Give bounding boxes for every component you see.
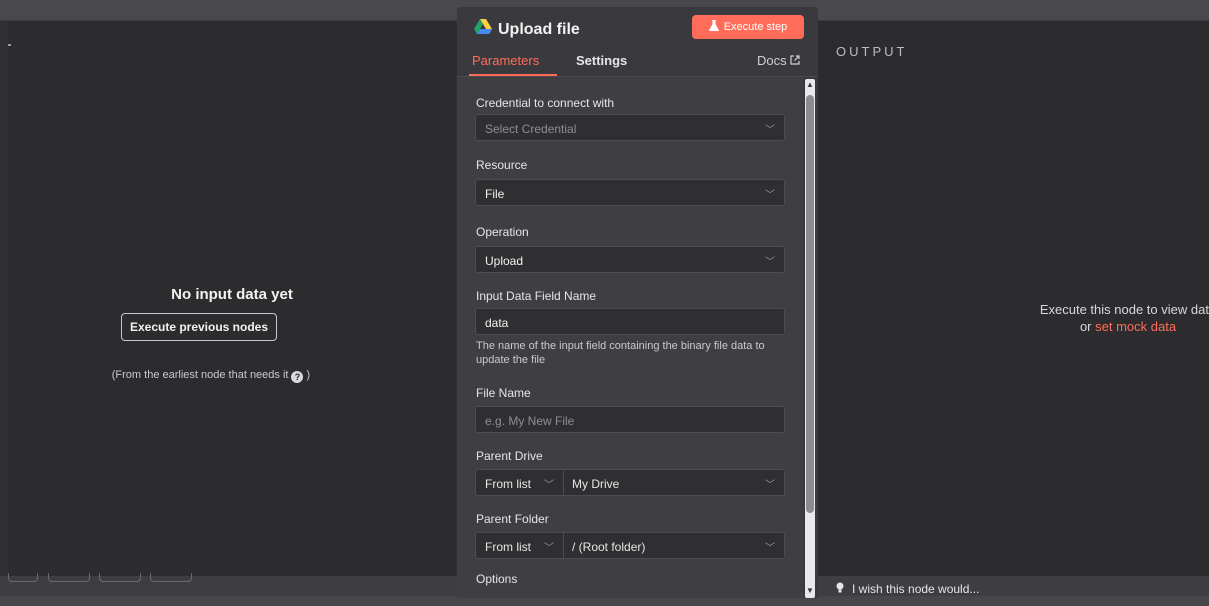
parameters-form: Credential to connect with Select Creden… bbox=[457, 77, 803, 598]
scrollbar-thumb[interactable] bbox=[806, 95, 814, 513]
execute-previous-nodes-button[interactable]: Execute previous nodes bbox=[121, 313, 277, 341]
chevron-down-icon: ﹀ bbox=[765, 190, 775, 201]
output-panel: OUTPUT Execute this node to view data or… bbox=[818, 21, 1209, 576]
or-text: or bbox=[1079, 319, 1092, 334]
parent-folder-value-select[interactable]: / (Root folder) ﹀ bbox=[563, 532, 785, 559]
output-label: OUTPUT bbox=[836, 44, 908, 59]
parent-folder-selector: From list ﹀ / (Root folder) ﹀ bbox=[475, 532, 785, 559]
chevron-down-icon: ﹀ bbox=[765, 257, 775, 268]
credential-select[interactable]: Select Credential ﹀ bbox=[475, 114, 785, 141]
parent-drive-value: My Drive bbox=[572, 477, 620, 491]
input-field-label: Input Data Field Name bbox=[476, 289, 597, 303]
credential-placeholder: Select Credential bbox=[485, 122, 577, 136]
output-mock-line: or set mock data bbox=[978, 318, 1209, 335]
set-mock-data-link[interactable]: set mock data bbox=[1095, 319, 1176, 334]
feedback-text: I wish this node would... bbox=[852, 582, 980, 596]
file-name-label: File Name bbox=[476, 386, 531, 400]
output-empty-message: Execute this node to view data or set mo… bbox=[978, 301, 1209, 335]
panel-resize-marker bbox=[8, 44, 11, 46]
no-input-title: No input data yet bbox=[171, 286, 293, 303]
file-name-input[interactable]: e.g. My New File bbox=[475, 406, 785, 433]
lightbulb-icon bbox=[836, 582, 844, 596]
external-link-icon bbox=[790, 53, 800, 68]
input-field-helper: The name of the input field containing t… bbox=[476, 340, 765, 366]
chevron-down-icon: ﹀ bbox=[544, 543, 554, 554]
parent-drive-value-select[interactable]: My Drive ﹀ bbox=[563, 469, 785, 496]
resource-label: Resource bbox=[476, 158, 528, 172]
execute-step-button[interactable]: Execute step bbox=[692, 15, 804, 39]
operation-select[interactable]: Upload ﹀ bbox=[475, 246, 785, 273]
tab-settings[interactable]: Settings bbox=[576, 53, 627, 68]
input-panel: No input data yet Execute previous nodes… bbox=[8, 21, 456, 576]
tab-parameters[interactable]: Parameters bbox=[472, 53, 539, 68]
parent-folder-label: Parent Folder bbox=[476, 512, 549, 526]
execute-hint: (From the earliest node that needs it? ) bbox=[8, 369, 406, 383]
canvas-control-stub[interactable] bbox=[8, 573, 38, 582]
operation-label: Operation bbox=[476, 225, 529, 239]
operation-value: Upload bbox=[485, 254, 524, 268]
canvas-control-stub[interactable] bbox=[48, 573, 90, 582]
execute-step-label: Execute step bbox=[723, 21, 788, 33]
scroll-up-arrow-icon[interactable]: ▲ bbox=[806, 81, 814, 89]
parent-folder-mode-select[interactable]: From list ﹀ bbox=[475, 532, 564, 559]
parent-drive-selector: From list ﹀ My Drive ﹀ bbox=[475, 469, 785, 496]
execute-hint-close: ) bbox=[306, 369, 311, 381]
canvas-control-stub[interactable] bbox=[150, 573, 192, 582]
chevron-down-icon: ﹀ bbox=[765, 125, 775, 136]
canvas-control-stub[interactable] bbox=[99, 573, 141, 582]
google-drive-icon bbox=[474, 19, 492, 40]
chevron-down-icon: ﹀ bbox=[765, 480, 775, 491]
resource-select[interactable]: File ﹀ bbox=[475, 179, 785, 206]
question-icon[interactable]: ? bbox=[291, 371, 304, 383]
execute-hint-text: (From the earliest node that needs it bbox=[111, 369, 289, 381]
input-field-name-input[interactable]: data bbox=[475, 308, 785, 335]
docs-label: Docs bbox=[757, 53, 787, 68]
file-name-placeholder: e.g. My New File bbox=[485, 414, 575, 428]
flask-icon bbox=[708, 20, 719, 34]
credential-label: Credential to connect with bbox=[476, 96, 615, 110]
parent-folder-mode: From list bbox=[485, 540, 531, 554]
input-field-value: data bbox=[485, 316, 509, 330]
chevron-down-icon: ﹀ bbox=[765, 543, 775, 554]
options-label: Options bbox=[476, 572, 518, 586]
docs-link[interactable]: Docs bbox=[757, 53, 800, 68]
node-header: Upload file bbox=[474, 19, 580, 40]
chevron-down-icon: ﹀ bbox=[544, 480, 554, 491]
feedback-prompt[interactable]: I wish this node would... bbox=[836, 582, 979, 596]
parent-folder-value: / (Root folder) bbox=[572, 540, 646, 554]
resource-value: File bbox=[485, 187, 505, 201]
output-message-line: Execute this node to view data bbox=[1039, 302, 1209, 317]
parent-drive-label: Parent Drive bbox=[476, 449, 543, 463]
parent-drive-mode: From list bbox=[485, 477, 531, 491]
node-title[interactable]: Upload file bbox=[498, 21, 580, 39]
scroll-down-arrow-icon[interactable]: ▼ bbox=[806, 587, 814, 595]
node-details-panel: Upload file Execute step Parameters Sett… bbox=[457, 7, 818, 598]
form-scrollbar[interactable]: ▲ ▼ bbox=[805, 79, 815, 598]
parent-drive-mode-select[interactable]: From list ﹀ bbox=[475, 469, 564, 496]
